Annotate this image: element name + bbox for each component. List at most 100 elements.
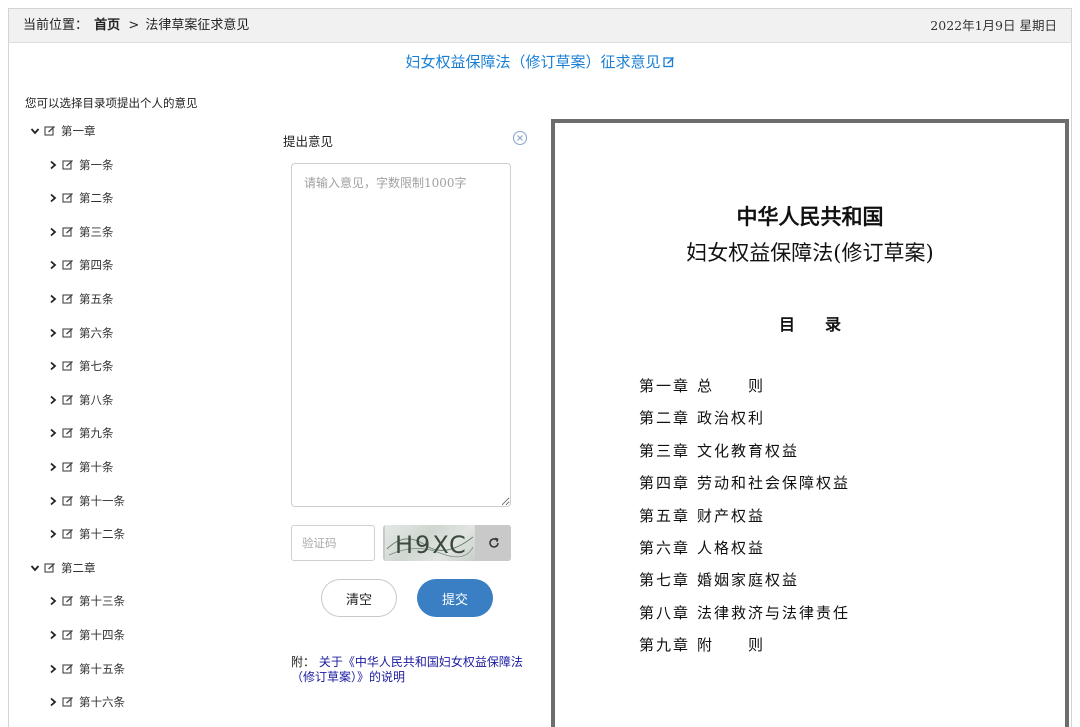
toc-chapter: 第八章 法律救济与法律责任 xyxy=(639,602,850,623)
close-icon[interactable] xyxy=(512,130,528,146)
tree-article-2[interactable]: 第二条 xyxy=(47,188,114,208)
tree-article-4[interactable]: 第四条 xyxy=(47,255,114,275)
tree-node-label: 第十条 xyxy=(79,460,114,474)
edit-icon[interactable] xyxy=(62,192,75,204)
toc-chapter-number: 第六章 xyxy=(639,539,691,557)
tree-node-label: 第十二条 xyxy=(79,527,125,542)
tree-article-11[interactable]: 第十一条 xyxy=(47,491,125,511)
tree-node-label: 第五条 xyxy=(79,292,114,306)
edit-icon[interactable] xyxy=(62,327,75,339)
chevron-right-icon[interactable] xyxy=(47,395,59,405)
tree-node-label: 第二条 xyxy=(79,191,114,206)
document-title-line2: 妇女权益保障法(修订草案) xyxy=(686,241,934,265)
breadcrumb: 当前位置： 首页 > 法律草案征求意见 xyxy=(23,9,249,43)
tree-article-1[interactable]: 第一条 xyxy=(47,155,114,175)
tree-article-7[interactable]: 第七条 xyxy=(47,356,114,376)
chevron-right-icon[interactable] xyxy=(47,294,59,304)
document-preview: 中华人民共和国 妇女权益保障法(修订草案) 目录 第一章总 则第二章 政治权利 第三… xyxy=(551,119,1069,727)
edit-icon[interactable] xyxy=(62,495,75,507)
document-title-line1: 中华人民共和国 xyxy=(736,204,884,229)
tree-node-label: 第二章 xyxy=(61,560,96,575)
edit-icon[interactable] xyxy=(62,528,75,540)
tree-node-label: 第一条 xyxy=(79,157,114,172)
chevron-right-icon[interactable] xyxy=(47,630,59,640)
edit-icon[interactable] xyxy=(62,629,75,641)
chevron-right-icon[interactable] xyxy=(47,596,59,606)
toc-chapter: 第二章 政治权利 xyxy=(639,407,765,428)
edit-icon[interactable] xyxy=(62,663,75,675)
edit-icon[interactable] xyxy=(62,696,75,708)
tree-node-label: 第三条 xyxy=(79,224,114,239)
chevron-right-icon[interactable] xyxy=(47,193,59,203)
tree-article-14[interactable]: 第十四条 xyxy=(47,625,125,645)
edit-icon[interactable] xyxy=(662,56,675,68)
tree-article-6[interactable]: 第六条 xyxy=(47,323,114,343)
opinion-textarea[interactable] xyxy=(291,163,511,507)
edit-icon[interactable] xyxy=(62,595,75,607)
captcha-drawing: H9XC xyxy=(386,531,474,559)
edit-icon[interactable] xyxy=(62,159,75,171)
tree-article-9[interactable]: 第九条 xyxy=(47,423,114,443)
tree-node-label: 第十一条 xyxy=(79,493,125,508)
chevron-right-icon[interactable] xyxy=(47,260,59,270)
explanation-link[interactable]: 关于《中华人民共和国妇女权益保障法（修订草案）》的说明 xyxy=(291,655,523,684)
toc-chapter: 第七章 婚姻家庭权益 xyxy=(639,569,799,590)
chevron-down-icon[interactable] xyxy=(29,126,41,136)
current-date: 2022年1月9日 星期日 xyxy=(930,18,1057,33)
page: 当前位置： 首页 > 法律草案征求意见 2022年1月9日 星期日 妇女权益保障… xyxy=(8,8,1072,727)
breadcrumb-home-link[interactable]: 首页 xyxy=(94,18,120,33)
tree-article-13[interactable]: 第十三条 xyxy=(47,591,125,611)
chevron-right-icon[interactable] xyxy=(47,697,59,707)
tree-node-label: 第一章 xyxy=(61,124,96,138)
toc-chapter-name: 人格权益 xyxy=(697,539,766,557)
tree-article-15[interactable]: 第十五条 xyxy=(47,659,125,679)
captcha-image[interactable]: H9XC xyxy=(385,525,475,561)
tree-article-5[interactable]: 第五条 xyxy=(47,289,114,309)
tree-node-label: 第十五条 xyxy=(79,661,125,676)
edit-icon[interactable] xyxy=(44,562,57,574)
chevron-right-icon[interactable] xyxy=(47,227,59,237)
chevron-right-icon[interactable] xyxy=(47,328,59,338)
tree-article-12[interactable]: 第十二条 xyxy=(47,524,125,544)
toc-chapter: 第五章 财产权益 xyxy=(639,505,765,526)
chevron-right-icon[interactable] xyxy=(47,160,59,170)
edit-icon[interactable] xyxy=(62,427,75,439)
submit-button[interactable]: 提交 xyxy=(417,579,493,617)
chevron-right-icon[interactable] xyxy=(47,664,59,674)
toc-heading: 目录 xyxy=(778,315,871,334)
toc-chapter-name: 总 则 xyxy=(697,377,766,395)
chevron-right-icon[interactable] xyxy=(47,428,59,438)
edit-icon[interactable] xyxy=(62,293,75,305)
attachment-note: 附： 关于《中华人民共和国妇女权益保障法（修订草案）》的说明 xyxy=(291,655,529,685)
tree-node-label: 第十三条 xyxy=(79,594,125,609)
tree-article-10[interactable]: 第十条 xyxy=(47,457,114,477)
captcha-refresh-button[interactable] xyxy=(477,525,511,561)
toc-chapter: 第一章总 则 xyxy=(639,375,765,396)
edit-icon[interactable] xyxy=(62,226,75,238)
toc-chapter-name: 文化教育权益 xyxy=(697,441,800,460)
tree-article-3[interactable]: 第三条 xyxy=(47,222,114,242)
captcha-input[interactable] xyxy=(291,525,375,561)
tree-article-8[interactable]: 第八条 xyxy=(47,390,114,410)
captcha-text: H9XC xyxy=(395,531,468,559)
tree-node-label: 第七条 xyxy=(79,359,114,374)
chevron-right-icon[interactable] xyxy=(47,496,59,506)
toc-chapter-number: 第一章 xyxy=(639,377,691,395)
chevron-right-icon[interactable] xyxy=(47,462,59,472)
toc-chapter-name: 政治权利 xyxy=(697,409,766,428)
edit-icon[interactable] xyxy=(62,259,75,271)
edit-icon[interactable] xyxy=(62,394,75,406)
clear-button[interactable]: 清空 xyxy=(321,579,397,617)
edit-icon[interactable] xyxy=(62,360,75,372)
chevron-right-icon[interactable] xyxy=(47,361,59,371)
tree-node-label: 第九条 xyxy=(79,426,114,441)
chevron-right-icon[interactable] xyxy=(47,529,59,539)
edit-icon[interactable] xyxy=(62,461,75,473)
page-title[interactable]: 妇女权益保障法（修订草案）征求意见 xyxy=(405,53,660,71)
tree-article-16[interactable]: 第十六条 xyxy=(47,692,125,712)
tree-chapter-2[interactable]: 第二章 xyxy=(29,558,96,578)
edit-icon[interactable] xyxy=(44,125,57,137)
toc-chapter: 第九章附 则 xyxy=(639,634,765,655)
chevron-down-icon[interactable] xyxy=(29,563,41,573)
tree-chapter-1[interactable]: 第一章 xyxy=(29,121,96,141)
